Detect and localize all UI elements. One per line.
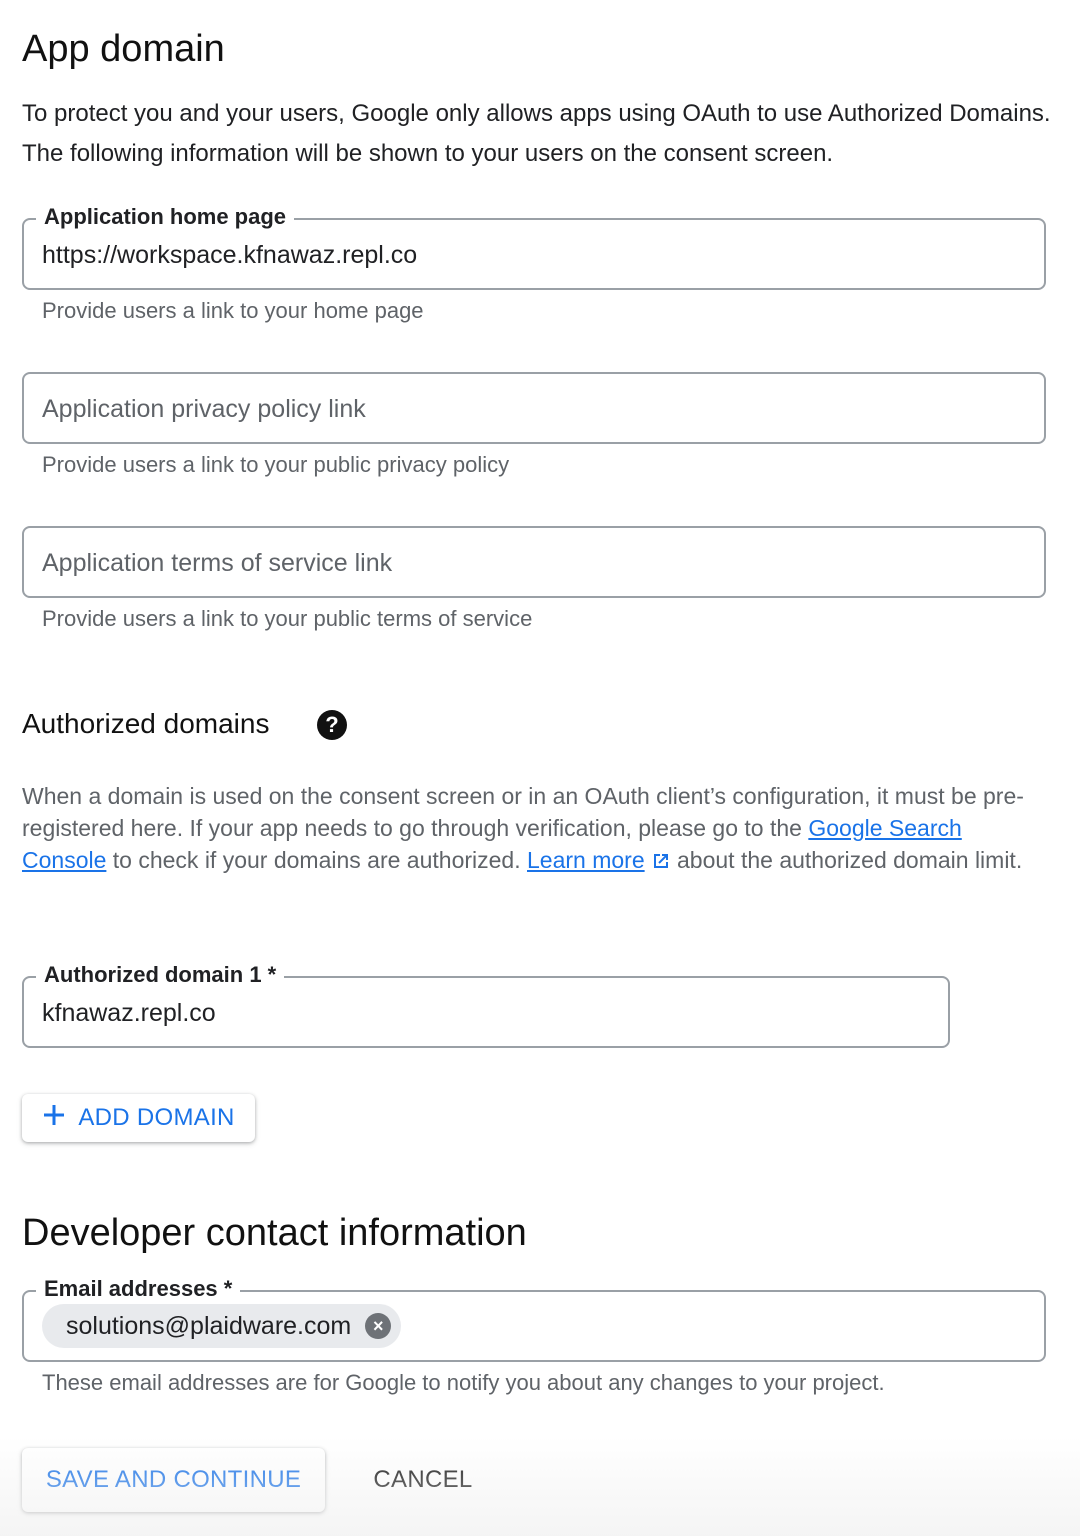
email-chip[interactable]: solutions@plaidware.com ×: [42, 1304, 402, 1348]
home-page-hint: Provide users a link to your home page: [42, 298, 424, 323]
add-domain-label: ADD DOMAIN: [78, 1104, 235, 1131]
app-domain-intro: To protect you and your users, Google on…: [22, 100, 1051, 167]
developer-contact-title: Developer contact information: [22, 1212, 527, 1254]
privacy-policy-hint: Provide users a link to your public priv…: [42, 452, 510, 477]
save-and-continue-button[interactable]: SAVE AND CONTINUE: [22, 1448, 325, 1512]
help-icon[interactable]: ?: [317, 710, 347, 740]
learn-more-link[interactable]: Learn more: [527, 847, 645, 873]
oauth-consent-form: App domain To protect you and your users…: [0, 0, 1080, 1536]
email-addresses-label: Email addresses *: [36, 1274, 241, 1304]
home-page-value[interactable]: https://workspace.kfnawaz.repl.co: [42, 238, 417, 272]
authorized-domain-1-field[interactable]: Authorized domain 1 * kfnawaz.repl.co: [22, 960, 950, 1048]
privacy-policy-field[interactable]: Application privacy policy link: [22, 372, 1046, 444]
home-page-field[interactable]: Application home page https://workspace.…: [22, 202, 1046, 290]
email-chip-text: solutions@plaidware.com: [66, 1311, 352, 1340]
terms-of-service-hint: Provide users a link to your public term…: [42, 606, 533, 631]
authorized-domain-1-label: Authorized domain 1 *: [36, 960, 285, 990]
email-addresses-hint: These email addresses are for Google to …: [42, 1370, 885, 1395]
authorized-domains-description: When a domain is used on the consent scr…: [22, 780, 1052, 879]
description-text-2: to check if your domains are authorized.: [106, 847, 527, 873]
plus-icon: [42, 1103, 66, 1134]
app-domain-title: App domain: [22, 28, 225, 70]
email-addresses-field[interactable]: Email addresses * solutions@plaidware.co…: [22, 1274, 1046, 1362]
cancel-button[interactable]: CANCEL: [350, 1448, 496, 1512]
terms-of-service-placeholder: Application terms of service link: [42, 549, 393, 577]
authorized-domains-title: Authorized domains: [22, 708, 270, 739]
external-link-icon: [651, 847, 671, 879]
description-text-3: about the authorized domain limit.: [670, 847, 1023, 873]
privacy-policy-placeholder: Application privacy policy link: [42, 395, 366, 423]
remove-chip-icon[interactable]: ×: [365, 1313, 392, 1339]
terms-of-service-field[interactable]: Application terms of service link: [22, 526, 1046, 598]
add-domain-button[interactable]: ADD DOMAIN: [22, 1094, 255, 1142]
authorized-domain-1-value[interactable]: kfnawaz.repl.co: [42, 996, 216, 1030]
home-page-label: Application home page: [36, 202, 295, 232]
